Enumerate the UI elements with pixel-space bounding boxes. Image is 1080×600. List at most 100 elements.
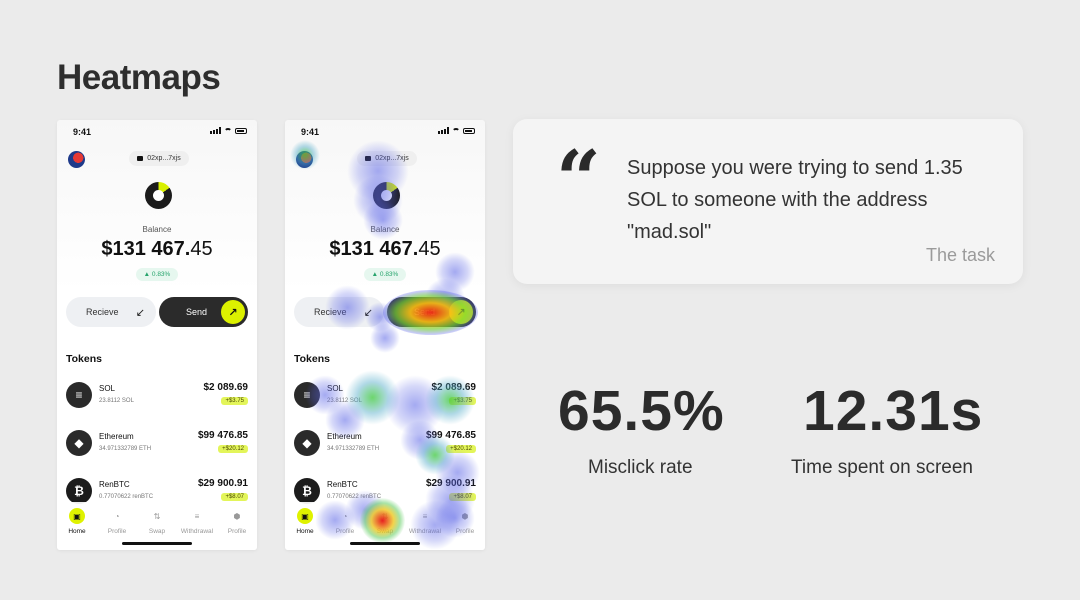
pie-chart-icon: ◔ (342, 511, 348, 521)
tab-withdrawal[interactable]: ≡ Withdrawal (177, 508, 217, 536)
tab-withdrawal[interactable]: ≡ Withdrawal (405, 508, 445, 536)
task-caption: The task (925, 245, 995, 265)
misclick-rate-value: 65.5% (558, 379, 725, 443)
token-value: $99 476.85 (425, 430, 476, 441)
tab-label: Withdrawal (408, 528, 442, 535)
send-button[interactable]: Send ↗ (387, 297, 476, 327)
tab-label: Withdrawal (180, 528, 214, 535)
arrow-down-left-icon: ↙ (135, 307, 145, 319)
tab-label: Home (296, 528, 314, 535)
token-row[interactable]: ≡ SOL 23.8112 SOL $2 089.69 +$3.75 (294, 380, 476, 414)
receive-label: Recieve (314, 307, 347, 317)
status-icons (210, 127, 247, 134)
token-row[interactable]: ◆ Ethereum 34.971332789 ETH $99 476.85 +$20.… (66, 428, 248, 462)
token-amount: 23.8112 SOL (327, 398, 362, 404)
settings-icon: ⬢ (461, 511, 469, 521)
balance-decimals: 45 (190, 238, 213, 260)
arrow-up-right-icon: ↗ (449, 300, 473, 324)
status-time: 9:41 (301, 127, 320, 137)
tab-label: Swap (148, 528, 166, 535)
settings-icon: ⬢ (233, 511, 241, 521)
tab-label: Profile (455, 528, 475, 535)
token-change: +$3.75 (221, 397, 248, 405)
quote-icon: “ (556, 134, 601, 225)
battery-icon (235, 127, 247, 134)
wifi-icon (452, 127, 460, 134)
ethereum-icon: ◆ (66, 430, 92, 456)
home-indicator (122, 542, 192, 545)
tab-profile[interactable]: ⬢ Profile (445, 508, 485, 536)
token-change: +$20.12 (446, 445, 476, 453)
token-amount: 34.971332789 ETH (99, 446, 152, 452)
stack-icon: ≡ (422, 511, 428, 521)
balance-label: Balance (142, 225, 172, 234)
token-name: RenBTC (99, 480, 130, 489)
portfolio-donut-icon (373, 182, 400, 209)
time-on-screen-label: Time spent on screen (791, 457, 973, 478)
tab-profile[interactable]: ◔ Profile (325, 508, 365, 536)
tab-swap[interactable]: ⇅ Swap (365, 508, 405, 536)
token-change: +$20.12 (218, 445, 248, 453)
receive-button[interactable]: Recieve ↙ (66, 297, 156, 327)
task-card: “ Suppose you were trying to send 1.35 S… (513, 119, 1023, 284)
balance-label: Balance (370, 225, 400, 234)
token-value: $29 900.91 (425, 478, 476, 489)
tab-profile[interactable]: ⬢ Profile (217, 508, 257, 536)
token-amount: 34.971332789 ETH (327, 446, 380, 452)
wallet-icon: ▣ (69, 508, 85, 524)
time-on-screen-value: 12.31s (803, 379, 984, 443)
status-icons (438, 127, 475, 134)
balance-value: $131 467.45 (285, 238, 485, 261)
wallet-icon (365, 156, 372, 161)
send-button[interactable]: Send ↗ (159, 297, 248, 327)
arrow-up-right-icon: ↗ (221, 300, 245, 324)
bitcoin-icon: ₿ (294, 478, 320, 504)
swap-icon: ⇅ (153, 511, 161, 521)
token-row[interactable]: ◆ Ethereum 34.971332789 ETH $99 476.85 +$20.… (294, 428, 476, 462)
token-value: $99 476.85 (197, 430, 248, 441)
solana-icon: ≡ (294, 382, 320, 408)
send-label: Send (186, 307, 208, 317)
tab-profile[interactable]: ◔ Profile (97, 508, 137, 536)
balance-value: $131 467.45 (57, 238, 257, 261)
token-amount: 23.8112 SOL (99, 398, 134, 404)
token-name: Ethereum (99, 432, 134, 441)
tab-label: Swap (376, 528, 394, 535)
receive-button[interactable]: Recieve ↙ (294, 297, 384, 327)
tab-swap[interactable]: ⇅ Swap (137, 508, 177, 536)
solana-icon: ≡ (66, 382, 92, 408)
signal-icon (210, 127, 221, 134)
tab-label: Profile (335, 528, 355, 535)
balance-decimals: 45 (418, 238, 441, 260)
signal-icon (438, 127, 449, 134)
arrow-down-left-icon: ↙ (363, 307, 373, 319)
balance-change-badge: ▲ 0.83% (136, 268, 178, 281)
task-text: Suppose you were trying to send 1.35 SOL… (627, 157, 963, 243)
avatar[interactable] (68, 151, 85, 168)
tab-home[interactable]: ▣ Home (285, 508, 325, 535)
avatar[interactable] (296, 151, 313, 168)
wifi-icon (224, 127, 232, 134)
home-indicator (350, 542, 420, 545)
tokens-title: Tokens (294, 353, 330, 365)
token-value: $29 900.91 (197, 478, 248, 489)
tokens-title: Tokens (66, 353, 102, 365)
token-change: +$3.75 (449, 397, 476, 405)
wallet-icon (137, 156, 144, 161)
battery-icon (463, 127, 475, 134)
tab-home[interactable]: ▣ Home (57, 508, 97, 535)
status-time: 9:41 (73, 127, 92, 137)
phone-screen-heatmap: 9:41 02xp...7xjs Balance $131 467.45 ▲ 0… (285, 120, 485, 550)
wallet-address-button[interactable]: 02xp...7xjs (129, 151, 189, 166)
receive-label: Recieve (86, 307, 119, 317)
token-name: SOL (99, 384, 116, 393)
token-name: Ethereum (327, 432, 362, 441)
token-row[interactable]: ≡ SOL 23.8112 SOL $2 089.69 +$3.75 (66, 380, 248, 414)
tab-label: Profile (107, 528, 127, 535)
send-label: Send (414, 307, 436, 317)
balance-main: $131 467. (329, 238, 419, 260)
wallet-address-button[interactable]: 02xp...7xjs (357, 151, 417, 166)
bitcoin-icon: ₿ (66, 478, 92, 504)
pie-chart-icon: ◔ (114, 511, 120, 521)
page-title: Heatmaps (57, 58, 221, 97)
